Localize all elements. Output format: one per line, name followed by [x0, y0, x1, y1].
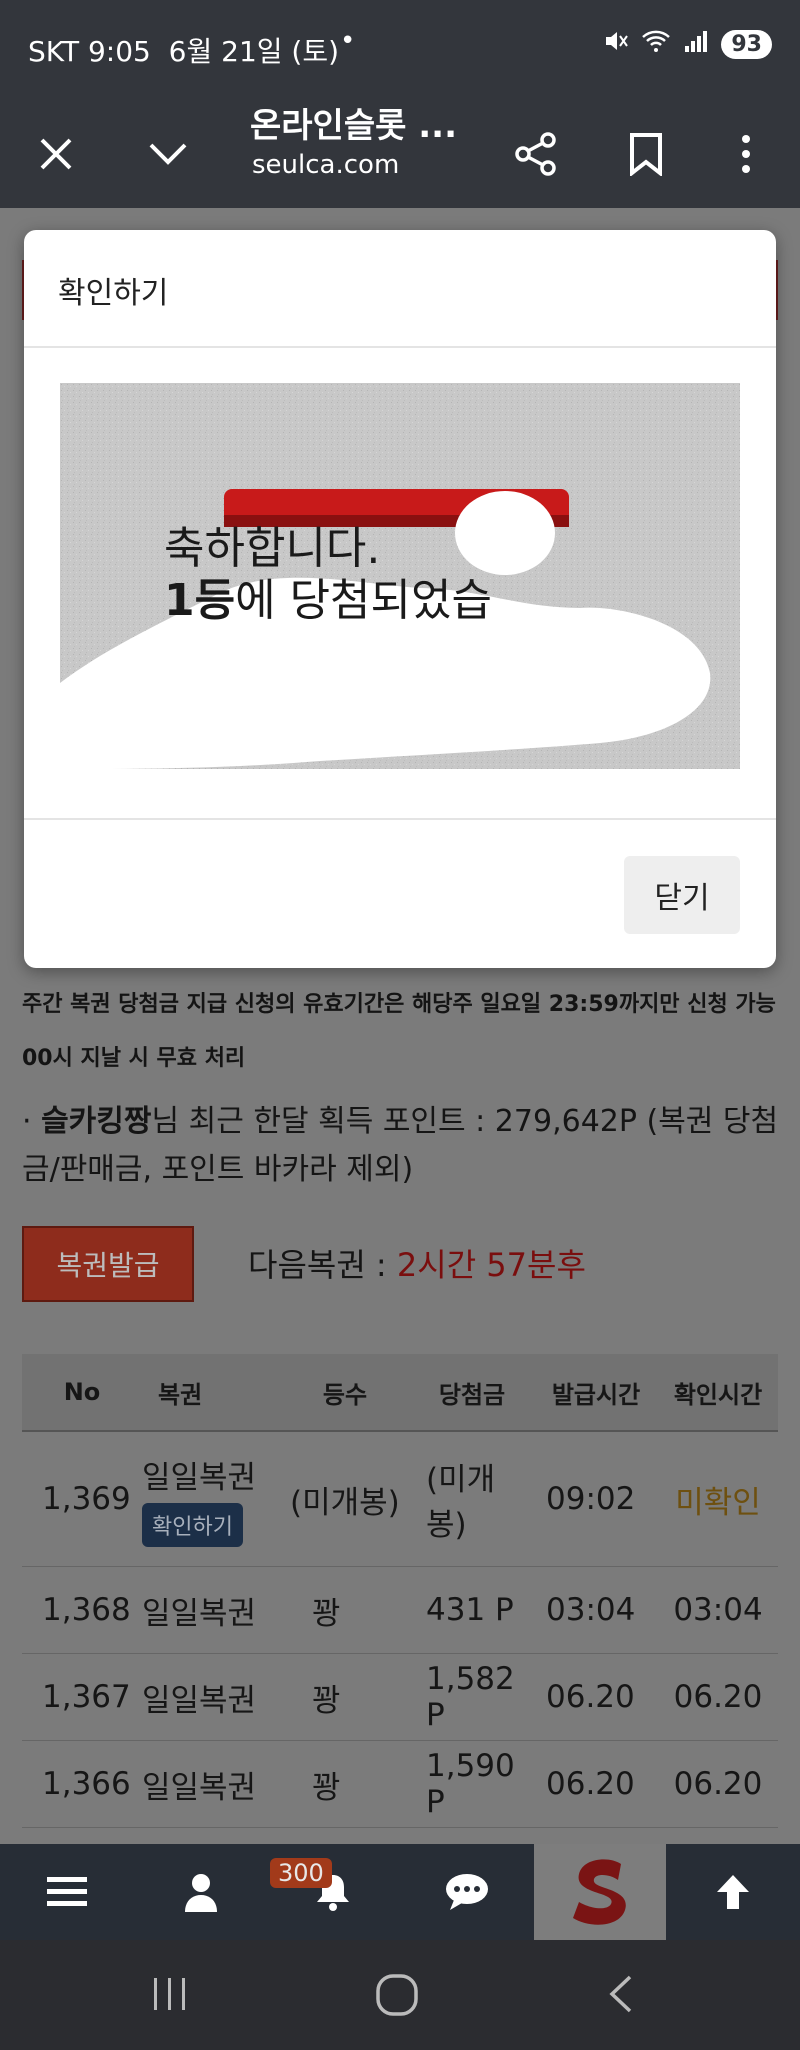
site-logo[interactable] [534, 1844, 666, 1940]
cell-ticket: 일일복권 확인하기 [142, 1452, 280, 1547]
cell-ticket: 일일복권 [142, 1682, 257, 1719]
recent-apps-icon[interactable] [150, 1974, 190, 2018]
issue-ticket-button[interactable]: 복권발급 [22, 1226, 194, 1302]
status-time: SKT 9:05 6월 21일 (토) [28, 35, 340, 68]
next-ticket-info: 다음복권 : 2시간 57분후 [248, 1246, 586, 1284]
cell-prize: (미개봉) [426, 1462, 496, 1543]
more-menu-icon[interactable] [716, 124, 776, 184]
close-icon[interactable] [26, 124, 86, 184]
back-icon[interactable] [604, 1974, 638, 2018]
cell-rank: 꽝 [312, 1682, 341, 1719]
username: 슬카킹짱 [41, 1104, 152, 1139]
site-bottom-nav: 300 [0, 1844, 800, 1940]
cell-no: 1,368 [42, 1592, 131, 1628]
col-prize: 당첨금 [438, 1380, 506, 1409]
arrow-up-icon[interactable] [666, 1844, 800, 1940]
congrats-text: 축하합니다. 1등에 당첨되었습 [164, 523, 492, 626]
notification-badge: 300 [270, 1858, 332, 1888]
cell-ticket: 일일복권 [142, 1595, 257, 1632]
table-row: 1,367 일일복권 꽝 1,582 P 06.20 06.20 [22, 1654, 778, 1741]
cell-prize: 1,582 P [426, 1661, 515, 1733]
cell-no: 1,369 [42, 1481, 131, 1517]
cell-issued: 06.20 [546, 1766, 635, 1802]
table-row: 1,369 일일복권 확인하기 (미개봉) (미개봉) 09:02 미확인 [22, 1432, 778, 1567]
notice-text: 주간 복권 당첨금 지급 신청의 유효기간은 해당주 일요일 23:59까지만 … [22, 992, 776, 1071]
system-nav-bar [0, 1940, 800, 2050]
wifi-icon [641, 28, 671, 60]
page-url: seulca.com [252, 150, 400, 180]
close-button[interactable]: 닫기 [624, 856, 740, 934]
share-icon[interactable] [506, 124, 566, 184]
status-dot: • [340, 26, 356, 56]
signal-icon [683, 28, 709, 60]
ticket-table: No 복권 등수 당첨금 발급시간 확인시간 1,369 일일복권 확인하기 (… [22, 1354, 778, 1828]
col-issued: 발급시간 [551, 1380, 641, 1409]
cell-checked: 03:04 [673, 1592, 763, 1628]
col-no: No [63, 1378, 101, 1406]
ticket-name: 일일복권 [142, 1459, 257, 1496]
battery-indicator: 93 [721, 29, 772, 59]
cell-ticket: 일일복권 [142, 1769, 257, 1806]
col-rank: 등수 [322, 1380, 368, 1409]
cell-no: 1,366 [42, 1766, 131, 1802]
cell-no: 1,367 [42, 1679, 131, 1715]
table-row: 1,366 일일복권 꽝 1,590 P 06.20 06.20 [22, 1741, 778, 1828]
page-title: 온라인슬롯 ... [250, 106, 457, 146]
chat-icon[interactable] [400, 1844, 534, 1940]
next-ticket-countdown: 2시간 57분후 [396, 1246, 586, 1284]
status-bar: SKT 9:05 6월 21일 (토) • 93 [0, 0, 800, 98]
cell-rank: 꽝 [312, 1769, 341, 1806]
user-icon[interactable] [134, 1844, 268, 1940]
cell-checked: 06.20 [673, 1679, 763, 1715]
confirm-ticket-button[interactable]: 확인하기 [142, 1502, 243, 1547]
cell-issued: 09:02 [546, 1481, 636, 1517]
divider [24, 346, 776, 348]
status-icons: 93 [603, 28, 772, 60]
cell-rank: 꽝 [312, 1595, 341, 1632]
dialog-title: 확인하기 [58, 276, 169, 311]
cell-rank: (미개봉) [290, 1484, 400, 1521]
cell-issued: 03:04 [546, 1592, 636, 1628]
cell-checked: 미확인 [675, 1484, 761, 1521]
confirm-dialog: 확인하기 축하합니다. 1등에 당첨되었습 닫기 [24, 230, 776, 968]
lottery-result-image: 축하합니다. 1등에 당첨되었습 [60, 383, 740, 769]
cell-prize: 431 P [426, 1592, 514, 1628]
table-header: No 복권 등수 당첨금 발급시간 확인시간 [22, 1354, 778, 1432]
table-row: 1,368 일일복권 꽝 431 P 03:04 03:04 [22, 1567, 778, 1654]
col-ticket: 복권 [158, 1380, 203, 1409]
points-summary: · 슬카킹짱님 최근 한달 획득 포인트 : 279,642P (복권 당첨금/… [22, 1104, 779, 1187]
cell-issued: 06.20 [546, 1679, 635, 1715]
menu-icon[interactable] [0, 1844, 134, 1940]
divider [24, 818, 776, 820]
mute-icon [603, 28, 629, 60]
home-icon[interactable] [374, 1972, 420, 2022]
cell-prize: 1,590 P [426, 1748, 515, 1820]
cell-checked: 06.20 [673, 1766, 763, 1802]
bookmark-icon[interactable] [616, 124, 676, 184]
browser-toolbar: 온라인슬롯 ... seulca.com [0, 98, 800, 208]
chevron-down-icon[interactable] [138, 124, 198, 184]
col-checked: 확인시간 [673, 1380, 763, 1409]
